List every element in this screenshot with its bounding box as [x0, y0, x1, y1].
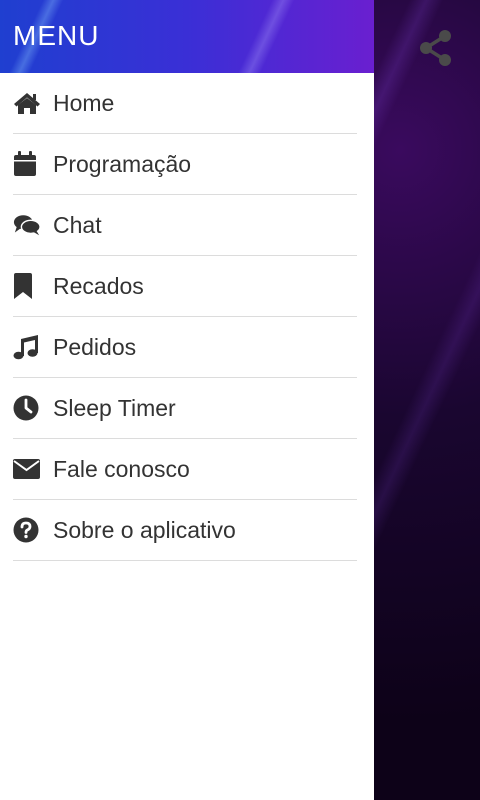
menu-item-fale-conosco[interactable]: Fale conosco — [13, 439, 357, 500]
menu-item-home[interactable]: Home — [13, 73, 357, 134]
menu-item-label: Sleep Timer — [53, 394, 176, 421]
menu-item-label: Home — [53, 89, 115, 116]
menu-title: MENU — [13, 20, 100, 51]
menu-item-label: Pedidos — [53, 333, 137, 360]
bookmark-icon — [13, 272, 41, 300]
music-icon — [13, 333, 41, 361]
menu-item-sobre[interactable]: Sobre o aplicativo — [13, 500, 357, 561]
menu-item-recados[interactable]: Recados — [13, 256, 357, 317]
calendar-icon — [13, 150, 41, 178]
navigation-drawer: MENU Home Programação Chat Recados Pedid… — [0, 0, 374, 800]
menu-item-label: Recados — [53, 272, 144, 299]
menu-item-chat[interactable]: Chat — [13, 195, 357, 256]
drawer-header: MENU — [0, 0, 374, 73]
menu-item-programacao[interactable]: Programação — [13, 134, 357, 195]
menu-item-label: Programação — [53, 150, 192, 177]
menu-item-label: Sobre o aplicativo — [53, 516, 236, 543]
envelope-icon — [13, 455, 41, 483]
share-icon — [419, 29, 453, 67]
share-button[interactable] — [414, 26, 458, 70]
home-icon — [13, 89, 41, 117]
question-icon — [13, 516, 41, 544]
clock-icon — [13, 394, 41, 422]
menu-item-sleep-timer[interactable]: Sleep Timer — [13, 378, 357, 439]
menu-item-label: Fale conosco — [53, 455, 190, 482]
chat-icon — [13, 211, 41, 239]
menu-item-label: Chat — [53, 211, 102, 238]
menu-list: Home Programação Chat Recados Pedidos Sl… — [0, 73, 374, 561]
menu-item-pedidos[interactable]: Pedidos — [13, 317, 357, 378]
